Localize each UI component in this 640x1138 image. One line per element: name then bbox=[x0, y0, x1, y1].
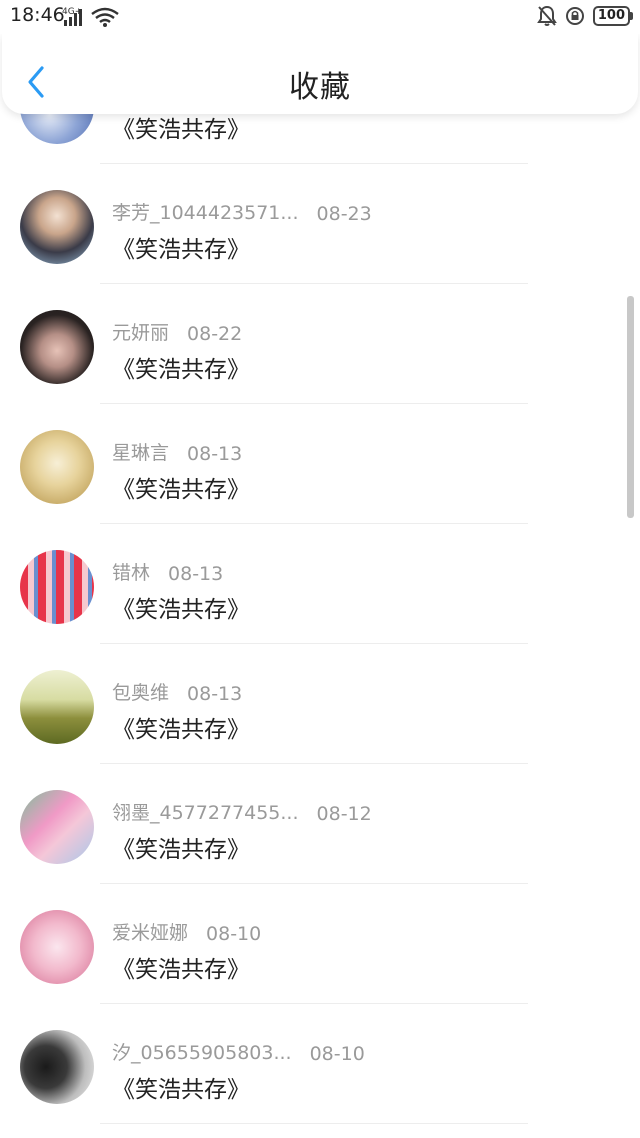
item-date: 08-13 bbox=[187, 443, 243, 465]
list-item[interactable]: 包奥维 08-13 《笑浩共存》 bbox=[0, 644, 640, 764]
list-item[interactable]: 汐_05655905803... 08-10 《笑浩共存》 bbox=[0, 1004, 640, 1124]
favorite-title: 《笑浩共存》 bbox=[112, 837, 250, 863]
list-item[interactable]: 星琳言 08-13 《笑浩共存》 bbox=[0, 404, 640, 524]
avatar bbox=[20, 310, 94, 384]
page-title: 收藏 bbox=[289, 70, 351, 105]
user-name[interactable]: 星琳言 bbox=[112, 438, 169, 465]
favorite-title: 《笑浩共存》 bbox=[112, 357, 250, 383]
item-date: 08-13 bbox=[168, 563, 224, 585]
item-meta: 爱米娅娜 08-10 bbox=[112, 918, 261, 945]
item-date: 08-22 bbox=[187, 323, 243, 345]
item-meta: 星琳言 08-13 bbox=[112, 438, 242, 465]
avatar bbox=[20, 790, 94, 864]
favorite-title: 《笑浩共存》 bbox=[112, 237, 250, 263]
user-name[interactable]: 包奥维 bbox=[112, 678, 169, 705]
favorite-title: 《笑浩共存》 bbox=[112, 717, 250, 743]
battery-icon: 100 bbox=[592, 6, 634, 26]
item-date: 08-13 bbox=[187, 683, 243, 705]
avatar bbox=[20, 430, 94, 504]
user-name[interactable]: 错林 bbox=[112, 558, 150, 585]
item-date: 08-10 bbox=[206, 923, 262, 945]
item-meta: 包奥维 08-13 bbox=[112, 678, 242, 705]
scrollbar[interactable] bbox=[627, 296, 634, 518]
avatar bbox=[20, 190, 94, 264]
favorite-title: 《笑浩共存》 bbox=[112, 597, 250, 623]
list-item[interactable]: 错林 08-13 《笑浩共存》 bbox=[0, 524, 640, 644]
divider bbox=[100, 1123, 528, 1124]
user-name[interactable]: 元妍丽 bbox=[112, 318, 169, 345]
avatar bbox=[20, 910, 94, 984]
avatar bbox=[20, 670, 94, 744]
user-name[interactable]: 翎墨_4577277455... bbox=[112, 798, 299, 825]
item-meta: 元妍丽 08-22 bbox=[112, 318, 242, 345]
user-name[interactable]: 汐_05655905803... bbox=[112, 1038, 292, 1065]
item-meta: 错林 08-13 bbox=[112, 558, 223, 585]
favorite-title: 《笑浩共存》 bbox=[112, 957, 250, 983]
app-header: 收藏 bbox=[2, 34, 638, 114]
status-bar: 18:46 4G+ 100 bbox=[0, 0, 640, 34]
list-item[interactable]: 李芳_1044423571... 08-23 《笑浩共存》 bbox=[0, 164, 640, 284]
list-item[interactable]: 元妍丽 08-22 《笑浩共存》 bbox=[0, 284, 640, 404]
user-name[interactable]: 爱米娅娜 bbox=[112, 918, 188, 945]
signal-icon: 4G+ bbox=[62, 7, 119, 27]
avatar bbox=[20, 1030, 94, 1104]
item-meta: 李芳_1044423571... 08-23 bbox=[112, 198, 372, 225]
mute-bell-icon bbox=[536, 5, 557, 26]
favorite-title: 《笑浩共存》 bbox=[112, 1077, 250, 1103]
favorite-title: 《笑浩共存》 bbox=[112, 117, 250, 143]
status-time: 18:46 bbox=[10, 4, 65, 26]
avatar bbox=[20, 550, 94, 624]
item-date: 08-23 bbox=[316, 203, 372, 225]
favorite-title: 《笑浩共存》 bbox=[112, 477, 250, 503]
user-name[interactable]: 李芳_1044423571... bbox=[112, 198, 299, 225]
list-item[interactable]: 翎墨_4577277455... 08-12 《笑浩共存》 bbox=[0, 764, 640, 884]
item-meta: 汐_05655905803... 08-10 bbox=[112, 1038, 365, 1065]
list-item[interactable]: 爱米娅娜 08-10 《笑浩共存》 bbox=[0, 884, 640, 1004]
rotation-lock-icon bbox=[565, 7, 584, 25]
item-date: 08-10 bbox=[309, 1043, 365, 1065]
item-date: 08-12 bbox=[316, 803, 372, 825]
item-meta: 翎墨_4577277455... 08-12 bbox=[112, 798, 372, 825]
